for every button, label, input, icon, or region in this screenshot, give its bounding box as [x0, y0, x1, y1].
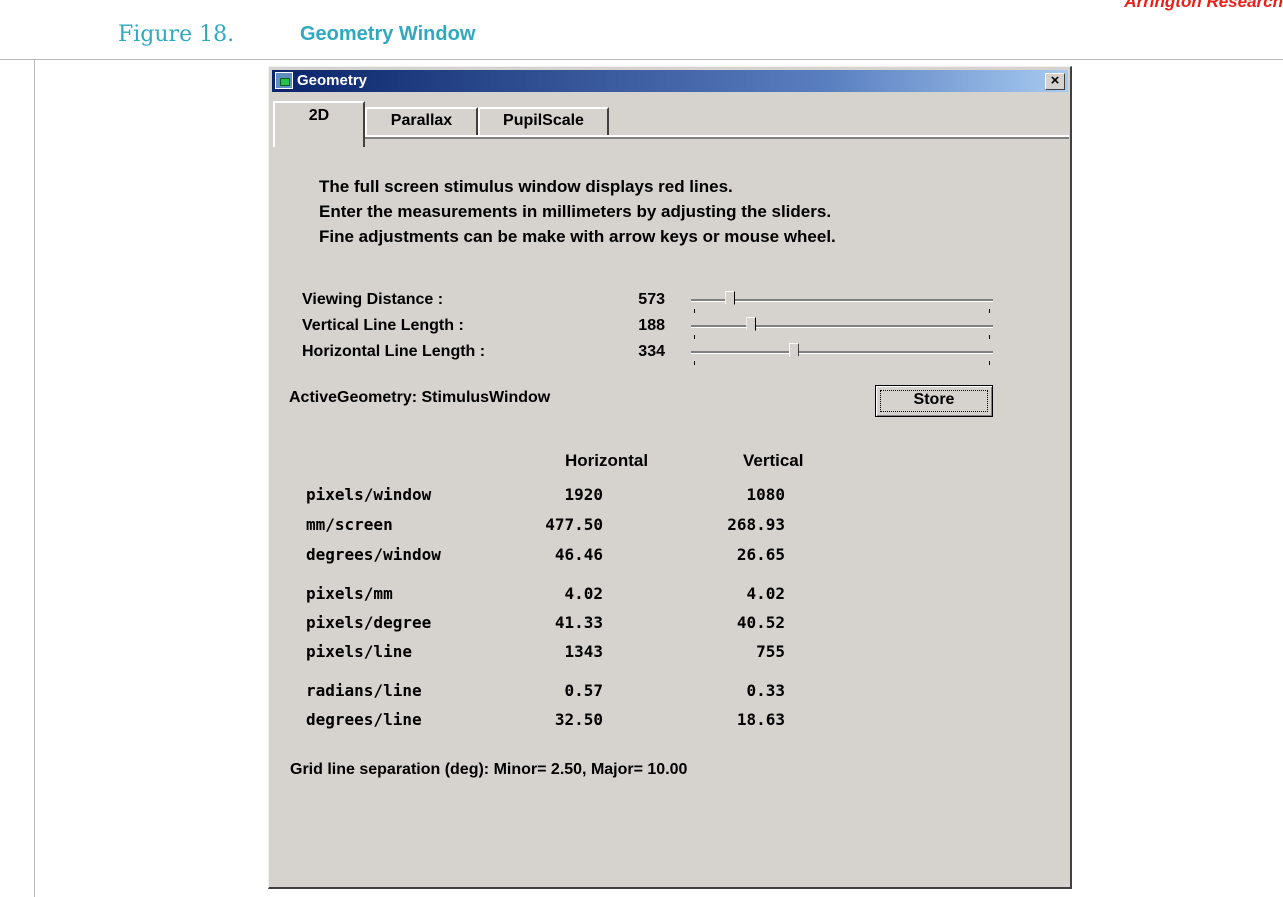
store-button[interactable]: Store [875, 385, 993, 417]
tab-pupilscale[interactable]: PupilScale [478, 107, 609, 135]
horizontal-value: 46.46 [554, 545, 603, 564]
table-rule-vertical [34, 59, 35, 897]
row-label: pixels/degree [306, 613, 432, 632]
column-header-vertical: Vertical [743, 451, 804, 470]
slider-tick [989, 361, 990, 365]
row-label: pixels/line [306, 642, 412, 661]
figure-number: Figure 18. [118, 22, 235, 47]
vertical-value: 18.63 [736, 710, 785, 729]
vertical-line-length-label: Vertical Line Length : [302, 317, 464, 334]
vertical-line-length-slider[interactable] [691, 317, 993, 343]
row-label: degrees/window [306, 545, 441, 564]
slider-track [691, 351, 993, 354]
grid-separation-label: Grid line separation (deg): Minor= 2.50,… [290, 761, 688, 778]
app-icon [275, 72, 293, 89]
horizontal-value: 477.50 [545, 515, 603, 534]
slider-track [691, 299, 993, 302]
vertical-value: 755 [756, 642, 785, 661]
row-label: radians/line [306, 681, 422, 700]
horizontal-line-length-value: 334 [638, 343, 665, 360]
vertical-line-length-value: 188 [638, 317, 665, 334]
instruction-line: Enter the measurements in millimeters by… [319, 202, 832, 221]
geometry-window: Geometry × 2D Parallax PupilScale The fu… [268, 66, 1072, 889]
horizontal-value: 32.50 [554, 710, 603, 729]
horizontal-line-length-slider[interactable] [691, 343, 993, 369]
instruction-line: The full screen stimulus window displays… [319, 177, 733, 196]
close-button[interactable]: × [1045, 73, 1065, 90]
window-title: Geometry [297, 72, 368, 89]
horizontal-value: 1920 [564, 485, 603, 504]
slider-thumb[interactable] [725, 291, 736, 309]
instruction-line: Fine adjustments can be make with arrow … [319, 227, 836, 246]
slider-tick [989, 309, 990, 313]
vertical-value: 4.02 [746, 584, 785, 603]
row-label: degrees/line [306, 710, 422, 729]
figure-title: Geometry Window [300, 23, 476, 45]
tab-baseline-shadow [363, 137, 1069, 139]
tab-parallax[interactable]: Parallax [365, 107, 478, 135]
column-header-horizontal: Horizontal [565, 451, 649, 470]
horizontal-line-length-label: Horizontal Line Length : [302, 343, 486, 360]
horizontal-value: 1343 [564, 642, 603, 661]
slider-tick [694, 361, 695, 365]
slider-thumb[interactable] [788, 343, 799, 361]
slider-tick [989, 335, 990, 339]
horizontal-value: 4.02 [564, 584, 603, 603]
active-geometry-label: ActiveGeometry: StimulusWindow [289, 389, 551, 406]
slider-thumb[interactable] [746, 317, 757, 335]
tab-2d[interactable]: 2D [273, 101, 365, 147]
vertical-value: 268.93 [727, 515, 785, 534]
viewing-distance-label: Viewing Distance : [302, 291, 444, 308]
window-titlebar[interactable]: Geometry × [272, 70, 1068, 92]
vertical-value: 26.65 [736, 545, 785, 564]
horizontal-value: 41.33 [554, 613, 603, 632]
viewing-distance-value: 573 [638, 291, 665, 308]
row-label: pixels/mm [306, 584, 393, 603]
viewing-distance-slider[interactable] [691, 291, 993, 317]
vertical-value: 40.52 [736, 613, 785, 632]
slider-track [691, 325, 993, 328]
row-label: mm/screen [306, 515, 393, 534]
slider-tick [694, 335, 695, 339]
table-rule-horizontal [0, 59, 1283, 60]
vertical-value: 0.33 [746, 681, 785, 700]
tab-page-2d: The full screen stimulus window displays… [273, 147, 1069, 883]
vertical-value: 1080 [746, 485, 785, 504]
header-brand: Arrington Research [1124, 0, 1283, 11]
tab-strip: 2D Parallax PupilScale [273, 101, 1069, 149]
slider-tick [694, 309, 695, 313]
row-label: pixels/window [306, 485, 432, 504]
horizontal-value: 0.57 [564, 681, 603, 700]
